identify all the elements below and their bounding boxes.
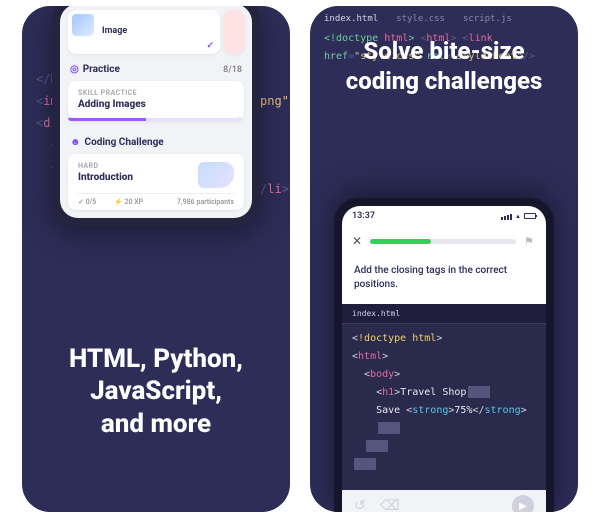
right-headline: Solve bite-size coding challenges bbox=[310, 36, 578, 96]
status-time: 13:37 bbox=[352, 211, 375, 221]
left-headline: HTML, Python, JavaScript, and more bbox=[22, 343, 290, 441]
lesson-card-illustration bbox=[72, 14, 94, 36]
skill-practice-label: SKILL PRACTICE bbox=[78, 89, 231, 97]
skill-practice-title: Adding Images bbox=[78, 99, 231, 110]
practice-section-header: ◎ Practice 8/18 bbox=[60, 56, 252, 79]
close-icon[interactable]: ✕ bbox=[352, 234, 362, 248]
target-icon: ◎ bbox=[70, 64, 79, 75]
practice-label: Practice bbox=[83, 64, 120, 75]
code-blank[interactable] bbox=[366, 440, 388, 452]
challenge-card[interactable]: HARD Introduction ✓ 0/5 ⚡ 20 XP 7,986 pa… bbox=[68, 154, 244, 210]
editor-tabs: index.html style.css script.js bbox=[324, 8, 512, 24]
right-phone-screen: 13:37 ▲ ✕ ⚑ Add the closing tags in the … bbox=[342, 206, 546, 512]
skill-practice-card[interactable]: SKILL PRACTICE Adding Images bbox=[68, 81, 244, 121]
signal-icon bbox=[501, 212, 512, 220]
challenge-footer: ✓ 0/5 ⚡ 20 XP 7,986 participants bbox=[78, 193, 234, 206]
lesson-card-locked[interactable] bbox=[224, 10, 244, 54]
clear-icon[interactable]: ⌫ bbox=[380, 498, 400, 512]
challenge-participants: 7,986 participants bbox=[177, 198, 234, 206]
battery-icon bbox=[524, 213, 536, 219]
code-blank[interactable] bbox=[378, 422, 400, 434]
challenge-progress: ✓ 0/5 bbox=[78, 198, 104, 206]
challenge-prompt: Add the closing tags in the correct posi… bbox=[342, 256, 546, 304]
tab-index[interactable]: index.html bbox=[324, 14, 378, 24]
flag-icon[interactable]: ⚑ bbox=[524, 235, 536, 248]
lesson-cards-row: Image ✓ bbox=[60, 6, 252, 56]
challenge-section-header: ☻ Coding Challenge bbox=[60, 129, 252, 152]
left-phone-device: Image ✓ ◎ Practice 8/18 SKILL PRACTICE Ad… bbox=[52, 6, 260, 226]
lesson-progress-bar bbox=[370, 239, 516, 244]
challenge-xp: ⚡ 20 XP bbox=[114, 198, 151, 206]
lesson-card-image[interactable]: Image ✓ bbox=[68, 10, 220, 54]
alien-icon: ☻ bbox=[70, 137, 81, 148]
code-blank[interactable] bbox=[354, 458, 376, 470]
code-blank[interactable] bbox=[468, 386, 490, 398]
right-phone-device: 13:37 ▲ ✕ ⚑ Add the closing tags in the … bbox=[334, 198, 554, 512]
editor-toolbar: ↺ ⌫ ▶ bbox=[342, 490, 546, 512]
practice-count: 8/18 bbox=[223, 65, 242, 75]
code-editor[interactable]: <<!doctype html>!doctype html> <html> <b… bbox=[342, 324, 546, 490]
left-promo-panel: rel="stylesheet"/> </head> <img src="img… bbox=[22, 6, 290, 512]
check-icon: ✓ bbox=[206, 41, 214, 51]
editor-file-tab[interactable]: index.html bbox=[342, 304, 546, 324]
status-bar: 13:37 ▲ bbox=[342, 206, 546, 226]
undo-icon[interactable]: ↺ bbox=[354, 498, 366, 512]
left-phone-screen: Image ✓ ◎ Practice 8/18 SKILL PRACTICE Ad… bbox=[60, 6, 252, 218]
right-promo-panel: index.html style.css script.js <!doctype… bbox=[310, 6, 578, 512]
tab-script[interactable]: script.js bbox=[463, 14, 512, 24]
run-button[interactable]: ▶ bbox=[512, 495, 534, 512]
lesson-card-label: Image bbox=[102, 26, 127, 36]
lesson-topbar: ✕ ⚑ bbox=[342, 226, 546, 256]
tab-style[interactable]: style.css bbox=[396, 14, 445, 24]
challenge-label: Coding Challenge bbox=[85, 137, 164, 148]
whistle-illustration bbox=[198, 162, 234, 188]
